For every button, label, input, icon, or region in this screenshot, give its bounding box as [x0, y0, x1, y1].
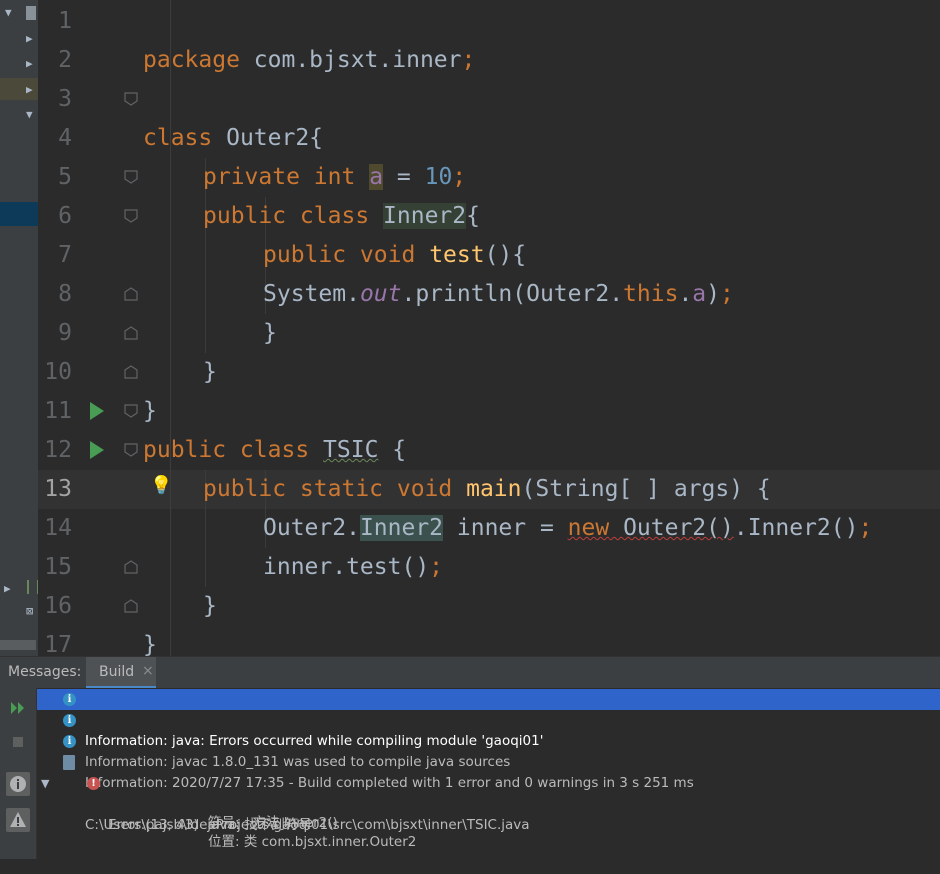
- console-icon: ⊠: [26, 604, 34, 618]
- error-row[interactable]: ! Error:(13, 43) java: 找不到符号: [37, 773, 940, 833]
- error-detail-row[interactable]: 位置: 类 com.bjsxt.inner.Outer2: [37, 811, 940, 850]
- code-line[interactable]: private int a = 10;: [38, 119, 940, 190]
- code-line[interactable]: class Outer2{: [38, 80, 940, 151]
- project-sidebar: ▼ ▶ ▶ ▶ ▼ ▶ ⊠: [0, 0, 39, 656]
- tree-collapse-icon[interactable]: ▶: [26, 57, 33, 70]
- info-filter-icon[interactable]: [6, 772, 30, 796]
- tree-collapse-icon[interactable]: ▶: [26, 32, 33, 45]
- code-line[interactable]: }: [38, 275, 940, 346]
- code-line[interactable]: package com.bjsxt.inner;: [38, 2, 940, 73]
- code-line[interactable]: public static void main(String[ ] args) …: [38, 431, 940, 502]
- warning-filter-icon[interactable]: [6, 808, 30, 832]
- info-icon: i: [63, 714, 76, 727]
- stop-icon[interactable]: [6, 730, 30, 754]
- code-line[interactable]: }: [38, 353, 940, 424]
- error-location: 位置: 类 com.bjsxt.inner.Outer2: [208, 834, 417, 850]
- tree-collapse-icon[interactable]: ▶: [26, 83, 33, 96]
- error-detail-row[interactable]: 符号: 方法 Inner2(): [37, 792, 940, 831]
- code-line[interactable]: public void test(){: [38, 197, 940, 268]
- code-line[interactable]: }: [38, 314, 940, 385]
- messages-actions: [0, 688, 37, 859]
- rerun-icon[interactable]: [6, 696, 30, 720]
- tab-build[interactable]: Build ×: [86, 657, 156, 689]
- messages-label: Messages:: [8, 664, 82, 680]
- message-row[interactable]: i Information: 2020/7/27 17:35 - Build c…: [37, 731, 940, 791]
- tree-expand-icon[interactable]: ▼: [26, 108, 33, 121]
- code-line[interactable]: }: [38, 587, 940, 656]
- closing-brace: }: [143, 632, 157, 656]
- code-line[interactable]: public class Inner2{: [38, 158, 940, 229]
- package-name: com.bjsxt.inner: [239, 47, 462, 73]
- tree-collapse-icon[interactable]: ▶: [4, 582, 11, 595]
- info-icon: i: [63, 735, 76, 748]
- tree-selected-file[interactable]: [0, 202, 38, 226]
- code-line[interactable]: }: [38, 548, 940, 619]
- horizontal-scrollbar[interactable]: [0, 640, 36, 650]
- java-file-icon: [63, 755, 75, 770]
- message-row[interactable]: i Information: javac 1.8.0_131 was used …: [37, 710, 940, 770]
- messages-list[interactable]: i Information: java: Errors occurred whi…: [37, 688, 940, 859]
- code-line[interactable]: public class TSIC {: [38, 392, 940, 463]
- code-line-current[interactable]: Outer2.Inner2 inner = new Outer2().Inner…: [38, 470, 940, 541]
- message-row[interactable]: i Information: java: Errors occurred whi…: [37, 689, 940, 749]
- keyword: package: [143, 47, 240, 73]
- tree-expand-icon[interactable]: ▼: [5, 6, 12, 19]
- code-line[interactable]: System.out.println(Outer2.this.a);: [38, 236, 940, 307]
- tab-build-label: Build: [99, 664, 135, 680]
- info-icon: i: [63, 693, 76, 706]
- code-editor[interactable]: 1 2 3 4 5 6 7 8 9 10 11 12 13 14 15 16 1…: [38, 0, 940, 656]
- folder-icon: [26, 6, 36, 20]
- semicolon: ;: [461, 47, 476, 73]
- close-icon[interactable]: ×: [142, 663, 154, 679]
- message-file-row[interactable]: ▼ C:\Users\pajsb\IdeaProjects\gaoqi01\sr…: [37, 752, 940, 833]
- code-line[interactable]: inner.test();: [38, 509, 940, 580]
- messages-toolbar: Messages: Build ×: [0, 656, 940, 689]
- error-icon: !: [87, 777, 100, 790]
